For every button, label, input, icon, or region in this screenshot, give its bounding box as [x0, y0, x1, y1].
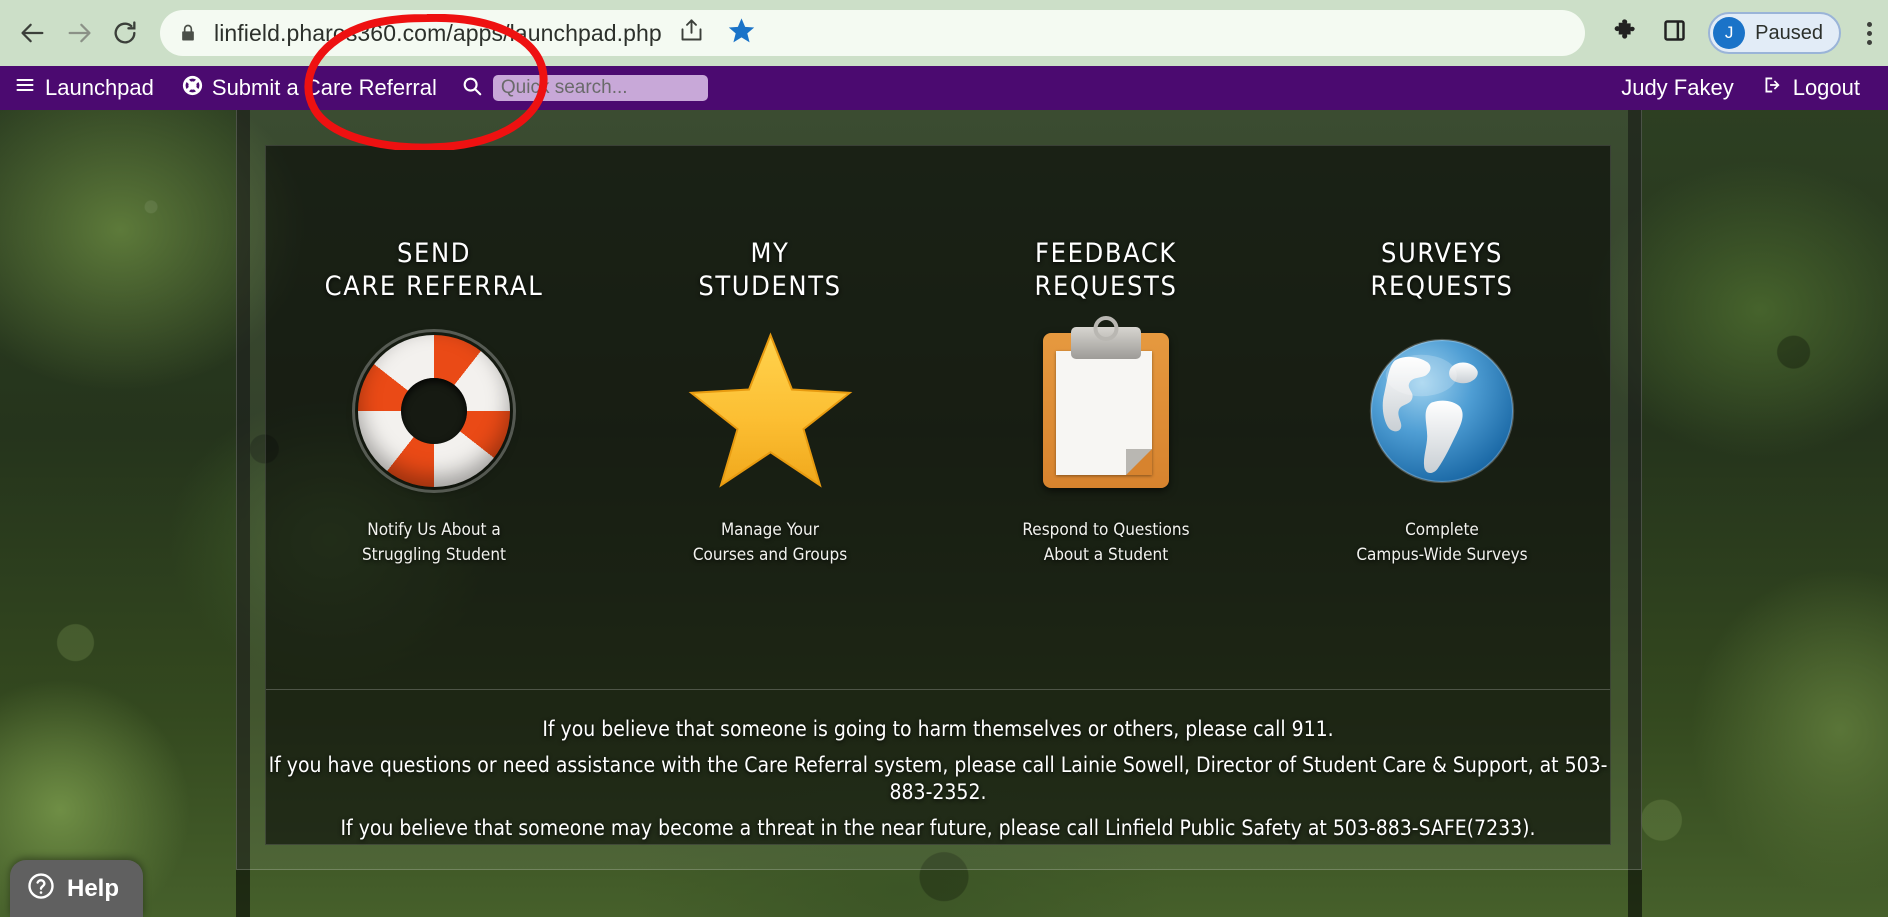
user-name-label[interactable]: Judy Fakey — [1607, 75, 1748, 101]
reload-button[interactable] — [102, 10, 148, 56]
tile-title: FEEDBACK REQUESTS — [1034, 238, 1178, 302]
browser-toolbar: linfield.pharos360.com/apps/launchpad.ph… — [0, 0, 1888, 66]
quick-search-group — [451, 75, 708, 102]
submit-care-referral-label: Submit a Care Referral — [211, 75, 437, 100]
sign-out-icon — [1762, 75, 1784, 101]
globe-icon — [1357, 326, 1527, 496]
user-name-text: Judy Fakey — [1621, 75, 1734, 100]
chrome-actions: J Paused — [1591, 12, 1878, 54]
back-arrow-icon — [19, 19, 47, 47]
profile-status-label: Paused — [1755, 21, 1823, 44]
app-navigation-bar: Launchpad Submit a Care Referral Judy Fa… — [0, 66, 1888, 110]
sidebar-item-launchpad[interactable]: Launchpad — [0, 75, 168, 101]
tile-subtitle: Complete Campus-Wide Surveys — [1356, 519, 1528, 565]
tile-my-students[interactable]: MY STUDENTS Manage Your Courses and Grou… — [602, 146, 938, 691]
tile-surveys-requests[interactable]: SURVEYS REQUESTS Complete Campus-Wide Su… — [1274, 146, 1610, 691]
help-button[interactable]: Help — [10, 860, 143, 917]
emergency-notices: If you believe that someone is going to … — [266, 689, 1610, 844]
notice-line: If you believe that someone is going to … — [542, 717, 1334, 741]
launchpad-panel: SEND CARE REFERRAL Notify Us About a Str… — [265, 145, 1611, 845]
logout-label: Logout — [1792, 75, 1860, 100]
share-icon[interactable] — [678, 17, 705, 49]
forward-arrow-icon — [65, 19, 93, 47]
back-button[interactable] — [10, 10, 56, 56]
puzzle-piece-icon[interactable] — [1613, 17, 1641, 50]
side-panel-icon[interactable] — [1661, 17, 1688, 49]
hamburger-menu-icon — [14, 75, 36, 101]
tile-title: MY STUDENTS — [698, 238, 842, 302]
submit-care-referral-link[interactable]: Submit a Care Referral — [168, 75, 451, 102]
launchpad-tiles: SEND CARE REFERRAL Notify Us About a Str… — [266, 146, 1610, 691]
tile-title: SEND CARE REFERRAL — [324, 238, 544, 302]
launchpad-label: Launchpad — [45, 75, 154, 100]
quick-search-input[interactable] — [492, 75, 708, 101]
help-label: Help — [67, 874, 120, 902]
tile-send-care-referral[interactable]: SEND CARE REFERRAL Notify Us About a Str… — [266, 146, 602, 691]
avatar: J — [1713, 17, 1746, 49]
notice-line: If you have questions or need assistance… — [268, 752, 1608, 805]
star-icon[interactable] — [727, 16, 756, 50]
star-icon — [685, 326, 855, 496]
tile-subtitle: Respond to Questions About a Student — [1022, 519, 1190, 565]
reload-icon — [111, 19, 139, 47]
profile-chip[interactable]: J Paused — [1708, 12, 1841, 54]
notice-line: If you believe that someone may become a… — [340, 816, 1536, 841]
tile-subtitle: Notify Us About a Struggling Student — [361, 519, 507, 565]
tile-feedback-requests[interactable]: FEEDBACK REQUESTS Respond to Questions A… — [938, 146, 1274, 691]
life-ring-icon — [349, 326, 519, 496]
clipboard-icon — [1021, 326, 1191, 496]
tile-title: SURVEYS REQUESTS — [1370, 238, 1514, 302]
address-bar[interactable]: linfield.pharos360.com/apps/launchpad.ph… — [160, 10, 1586, 56]
three-dot-menu-icon[interactable] — [1861, 21, 1878, 45]
life-ring-icon — [182, 75, 203, 102]
lock-icon — [178, 22, 198, 44]
logout-button[interactable]: Logout — [1748, 75, 1874, 101]
url-text: linfield.pharos360.com/apps/launchpad.ph… — [214, 19, 662, 46]
tile-subtitle: Manage Your Courses and Groups — [692, 519, 848, 565]
search-icon[interactable] — [461, 75, 483, 102]
launchpad-page: SEND CARE REFERRAL Notify Us About a Str… — [0, 110, 1888, 917]
question-mark-circle-icon — [26, 871, 56, 906]
forward-button[interactable] — [56, 10, 102, 56]
